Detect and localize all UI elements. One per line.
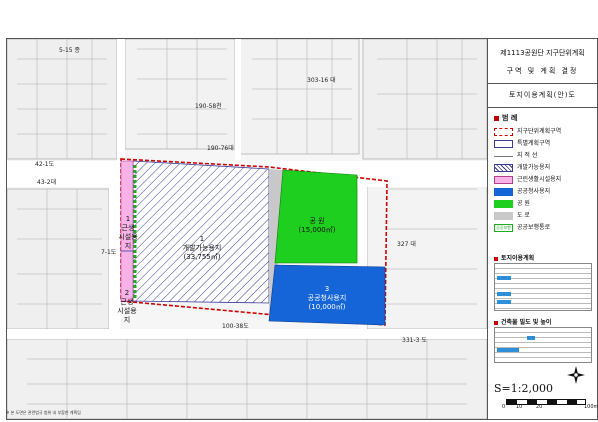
map-label: 327 대 [397, 241, 416, 248]
north-arrow-icon [567, 366, 585, 384]
map-subtitle: 토지이용계획(안)도 [509, 91, 576, 99]
legend-item-park: 공 원 [492, 199, 596, 209]
map-label: 190-76대 [207, 145, 234, 152]
legend-item-development: 개발가능용지 [492, 163, 596, 173]
top-margin [0, 0, 598, 36]
legend-swatch [494, 156, 513, 157]
legend-swatch [494, 212, 513, 220]
block-west [7, 188, 110, 330]
map-label: 331-3 도 [402, 337, 427, 344]
legend-swatch [494, 200, 513, 208]
subtitle-block: 토지이용계획(안)도 [488, 83, 597, 108]
legend-item-special-district: 특별계획구역 [492, 139, 596, 149]
block-north-2 [238, 39, 360, 155]
map-frame: 5-15 종 303-16 대 190-58천 190-76대 42-1도 43… [6, 38, 488, 420]
scale-text: S=1:2,000 [494, 382, 553, 395]
zone-label-public-office: 3 공공청사용지 (10,000㎡) [307, 285, 347, 311]
development-land [132, 160, 270, 304]
map-label: 42-1도 [35, 161, 55, 168]
legend-item-parcel-line: 지 적 선 [492, 151, 596, 161]
title-block: 제1113공원단 지구단위계획 구역 및 계획 결정 [488, 39, 597, 84]
block-northwest [7, 39, 118, 160]
block-north-1 [124, 39, 236, 150]
legend-swatch [494, 128, 513, 136]
building-table [494, 327, 592, 363]
zone-label-development: 1 개발가능용지 (33,755㎡) [182, 235, 222, 261]
map-label: 5-15 종 [59, 47, 81, 54]
zone-label-facility-1: 1 근생 시설용지 [118, 215, 138, 250]
legend-heading: 범 례 [494, 113, 517, 123]
footnote: ※ 본 도면은 관련법규 범위 내 부합한 계획임 [6, 410, 81, 415]
legend-panel: 제1113공원단 지구단위계획 구역 및 계획 결정 토지이용계획(안)도 범 … [487, 38, 598, 420]
zone-label-facility-2: 2 근생 시설용지 [117, 289, 137, 324]
legend-swatch: 공공보행 [494, 224, 513, 232]
map-label: 7-1도 [101, 249, 117, 256]
legend-swatch [494, 140, 513, 148]
land-use-table-heading: 토지이용계획 [494, 253, 534, 262]
title-line-2: 구역 및 계획 결정 [506, 67, 579, 75]
legend-item-facility: 근린생활시설용지 [492, 175, 596, 185]
legend-item-road: 도 로 [492, 211, 596, 221]
building-table-heading: 건축물 밀도 및 높이 [494, 317, 551, 326]
map-label: 303-16 대 [307, 77, 336, 84]
legend-swatch [494, 176, 513, 184]
legend-swatch [494, 188, 513, 196]
title-line-1: 제1113공원단 지구단위계획 [500, 49, 585, 57]
map-label: 43-2대 [37, 179, 57, 186]
road-north-west [117, 39, 125, 161]
map-label: 100-38도 [222, 323, 249, 330]
land-use-map [7, 39, 487, 419]
legend-item-public-office: 공공청사용지 [492, 187, 596, 197]
legend-item-district: 지구단위계획구역 [492, 127, 596, 137]
map-label: 190-58천 [195, 103, 222, 110]
legend-item-pedestrian: 공공보행 공공보행통로 [492, 223, 596, 233]
zone-label-park: 공 원 (15,000㎡) [298, 217, 336, 234]
road-north-mid [235, 39, 241, 161]
land-use-table [494, 263, 592, 311]
drawing-sheet: 5-15 종 303-16 대 190-58천 190-76대 42-1도 43… [0, 0, 598, 422]
block-northeast [362, 39, 487, 160]
legend-swatch [494, 164, 513, 172]
